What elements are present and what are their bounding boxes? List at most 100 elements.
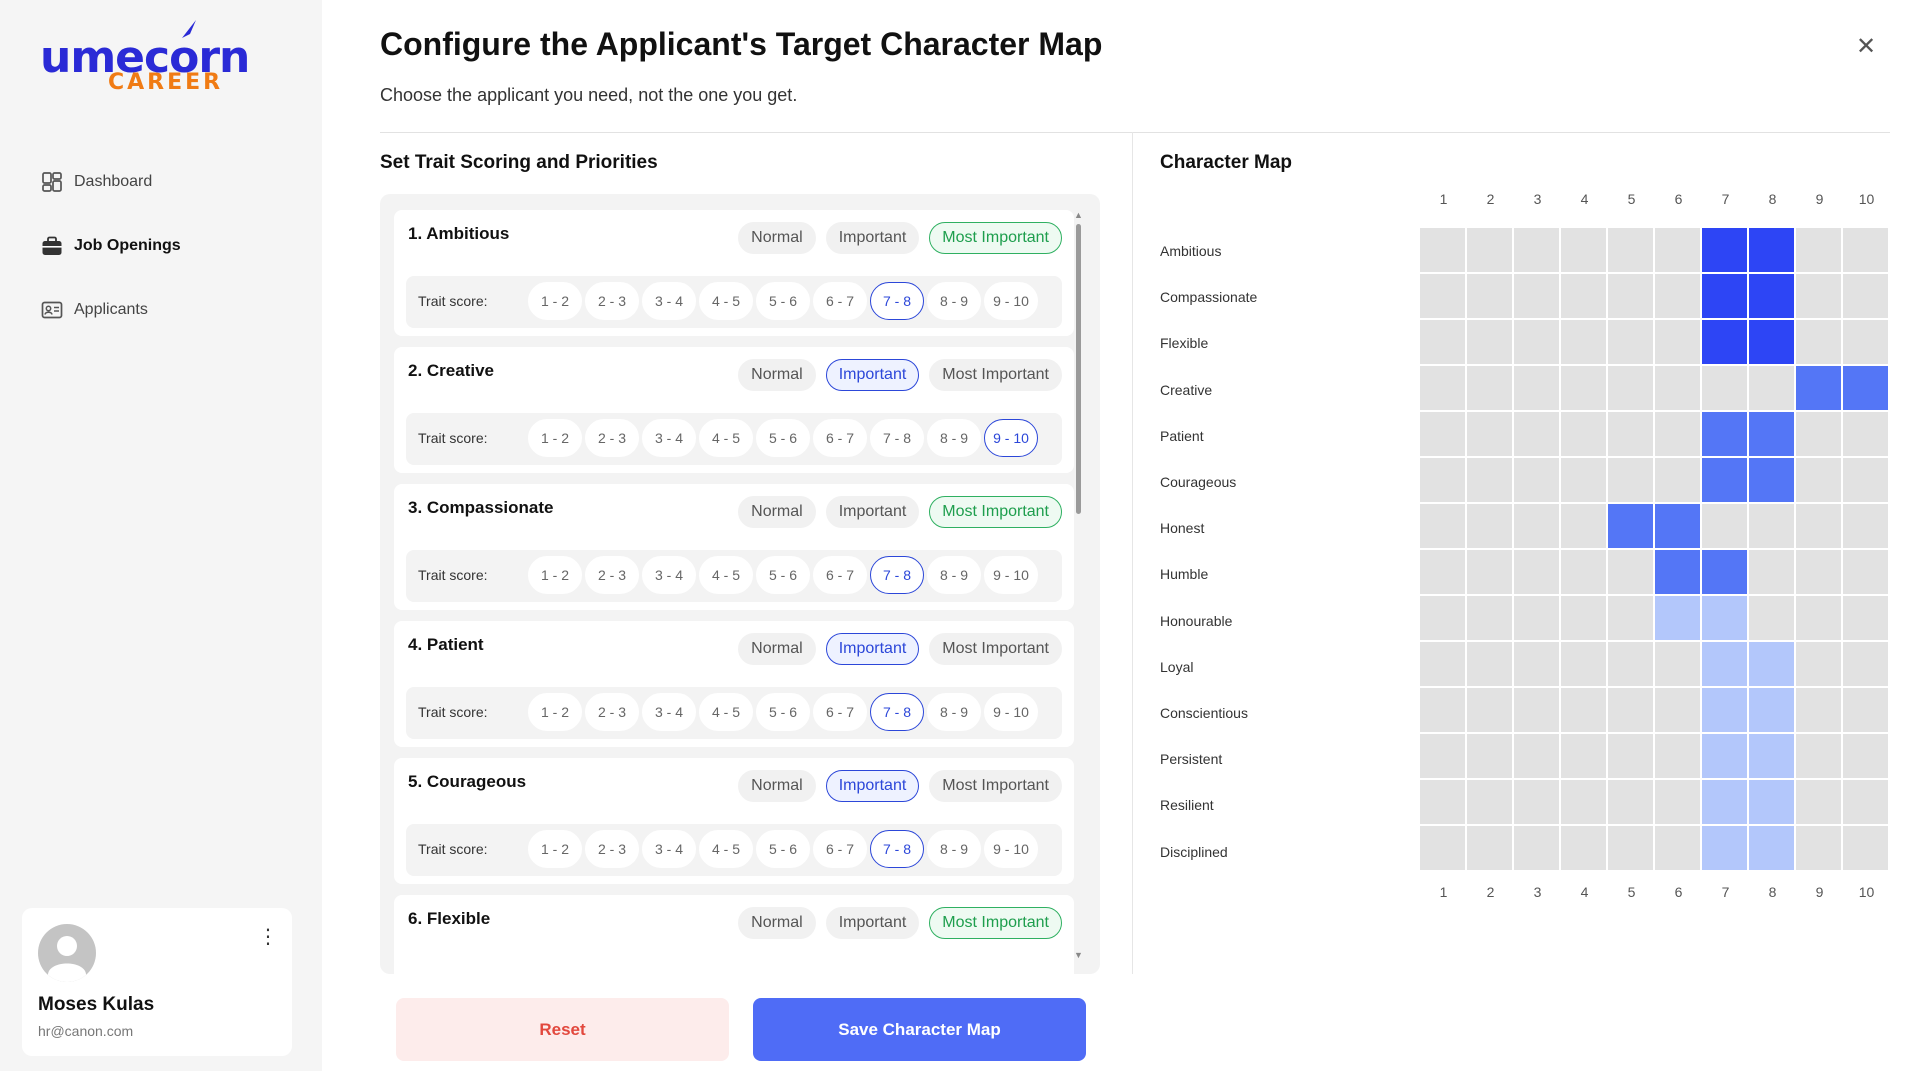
score-option[interactable]: 9 - 10	[984, 830, 1038, 868]
map-cell	[1608, 228, 1653, 272]
trait-score-options: 1 - 22 - 33 - 44 - 55 - 66 - 77 - 88 - 9…	[528, 556, 1038, 594]
score-option[interactable]: 6 - 7	[813, 556, 867, 594]
score-option[interactable]: 2 - 3	[585, 556, 639, 594]
priority-normal-button[interactable]: Normal	[738, 907, 816, 939]
user-name: Moses Kulas	[38, 994, 155, 1015]
priority-normal-button[interactable]: Normal	[738, 633, 816, 665]
score-option[interactable]: 4 - 5	[699, 556, 753, 594]
score-option[interactable]: 5 - 6	[756, 556, 810, 594]
map-cell	[1420, 366, 1465, 410]
trait-list[interactable]: 1. Ambitious Normal Important Most Importan…	[380, 194, 1100, 974]
map-cell	[1514, 320, 1559, 364]
priority-important-button[interactable]: Important	[825, 770, 920, 802]
scroll-down-icon[interactable]: ▼	[1074, 950, 1083, 960]
score-option[interactable]: 6 - 7	[813, 282, 867, 320]
priority-important-button[interactable]: Important	[825, 496, 920, 528]
priority-important-button[interactable]: Important	[825, 633, 920, 665]
score-option[interactable]: 4 - 5	[699, 419, 753, 457]
map-cell	[1420, 642, 1465, 686]
map-cell	[1561, 504, 1606, 548]
score-option[interactable]: 6 - 7	[813, 830, 867, 868]
priority-most-important-button[interactable]: Most Important	[929, 907, 1062, 939]
map-cell	[1796, 550, 1841, 594]
priority-normal-button[interactable]: Normal	[738, 359, 816, 391]
score-option[interactable]: 6 - 7	[813, 419, 867, 457]
map-cell	[1561, 550, 1606, 594]
map-cell	[1561, 228, 1606, 272]
score-option[interactable]: 8 - 9	[927, 419, 981, 457]
score-option[interactable]: 1 - 2	[528, 556, 582, 594]
priority-normal-button[interactable]: Normal	[738, 222, 816, 254]
priority-normal-button[interactable]: Normal	[738, 496, 816, 528]
score-option[interactable]: 2 - 3	[585, 693, 639, 731]
priority-most-important-button[interactable]: Most Important	[929, 222, 1062, 254]
priority-important-button[interactable]: Important	[825, 907, 920, 939]
map-cell	[1796, 366, 1841, 410]
score-option[interactable]: 6 - 7	[813, 693, 867, 731]
score-option[interactable]: 7 - 8	[870, 419, 924, 457]
priority-normal-button[interactable]: Normal	[738, 770, 816, 802]
map-cell	[1420, 826, 1465, 870]
close-icon[interactable]: ✕	[1856, 32, 1876, 61]
nav-applicants[interactable]: Applicants	[40, 278, 181, 342]
map-column-number: 4	[1580, 191, 1589, 207]
more-options-icon[interactable]: ⋮	[258, 924, 278, 949]
score-option[interactable]: 1 - 2	[528, 282, 582, 320]
score-option[interactable]: 7 - 8	[870, 556, 924, 594]
score-option[interactable]: 5 - 6	[756, 693, 810, 731]
score-option[interactable]: 3 - 4	[642, 419, 696, 457]
score-option[interactable]: 4 - 5	[699, 830, 753, 868]
score-option[interactable]: 4 - 5	[699, 282, 753, 320]
map-cell	[1420, 412, 1465, 456]
score-option[interactable]: 2 - 3	[585, 830, 639, 868]
trait-list-scrollbar[interactable]: ▲ ▼	[1074, 210, 1083, 960]
scrollbar-thumb[interactable]	[1076, 224, 1081, 514]
save-character-map-button[interactable]: Save Character Map	[753, 998, 1086, 1061]
score-option[interactable]: 7 - 8	[870, 282, 924, 320]
score-option[interactable]: 1 - 2	[528, 419, 582, 457]
score-option[interactable]: 8 - 9	[927, 556, 981, 594]
score-option[interactable]: 5 - 6	[756, 419, 810, 457]
priority-most-important-button[interactable]: Most Important	[929, 359, 1062, 391]
score-option[interactable]: 9 - 10	[984, 693, 1038, 731]
nav-job-openings[interactable]: Job Openings	[40, 214, 181, 278]
priority-most-important-button[interactable]: Most Important	[929, 633, 1062, 665]
map-row-label: Patient	[1160, 427, 1204, 444]
map-cell	[1843, 826, 1888, 870]
priority-most-important-button[interactable]: Most Important	[929, 496, 1062, 528]
scroll-up-icon[interactable]: ▲	[1074, 210, 1083, 220]
score-option[interactable]: 3 - 4	[642, 830, 696, 868]
map-cell	[1796, 228, 1841, 272]
score-option[interactable]: 2 - 3	[585, 419, 639, 457]
score-option[interactable]: 2 - 3	[585, 282, 639, 320]
score-option[interactable]: 9 - 10	[984, 419, 1038, 457]
score-option[interactable]: 4 - 5	[699, 693, 753, 731]
priority-most-important-button[interactable]: Most Important	[929, 770, 1062, 802]
map-cell	[1843, 550, 1888, 594]
nav-dashboard[interactable]: Dashboard	[40, 150, 181, 214]
score-option[interactable]: 8 - 9	[927, 693, 981, 731]
score-option[interactable]: 8 - 9	[927, 830, 981, 868]
trait-score-row: Trait score: 1 - 22 - 33 - 44 - 55 - 66 -…	[406, 276, 1062, 328]
score-option[interactable]: 3 - 4	[642, 556, 696, 594]
score-option[interactable]: 8 - 9	[927, 282, 981, 320]
umecorn-logo[interactable]: umecorn CAREER	[40, 18, 250, 98]
score-option[interactable]: 1 - 2	[528, 830, 582, 868]
priority-important-button[interactable]: Important	[825, 359, 920, 391]
score-option[interactable]: 5 - 6	[756, 282, 810, 320]
score-option[interactable]: 1 - 2	[528, 693, 582, 731]
score-option[interactable]: 3 - 4	[642, 693, 696, 731]
score-option[interactable]: 3 - 4	[642, 282, 696, 320]
priority-important-button[interactable]: Important	[825, 222, 920, 254]
score-option[interactable]: 5 - 6	[756, 830, 810, 868]
reset-button[interactable]: Reset	[396, 998, 729, 1061]
score-option[interactable]: 7 - 8	[870, 830, 924, 868]
user-profile-card: ⋮ Moses Kulas hr@canon.com	[22, 908, 292, 1056]
score-option[interactable]: 9 - 10	[984, 282, 1038, 320]
map-column-number: 4	[1580, 884, 1589, 900]
score-option[interactable]: 7 - 8	[870, 693, 924, 731]
map-cell	[1796, 320, 1841, 364]
score-option[interactable]: 9 - 10	[984, 556, 1038, 594]
map-column-number: 3	[1533, 884, 1542, 900]
map-cell	[1796, 412, 1841, 456]
